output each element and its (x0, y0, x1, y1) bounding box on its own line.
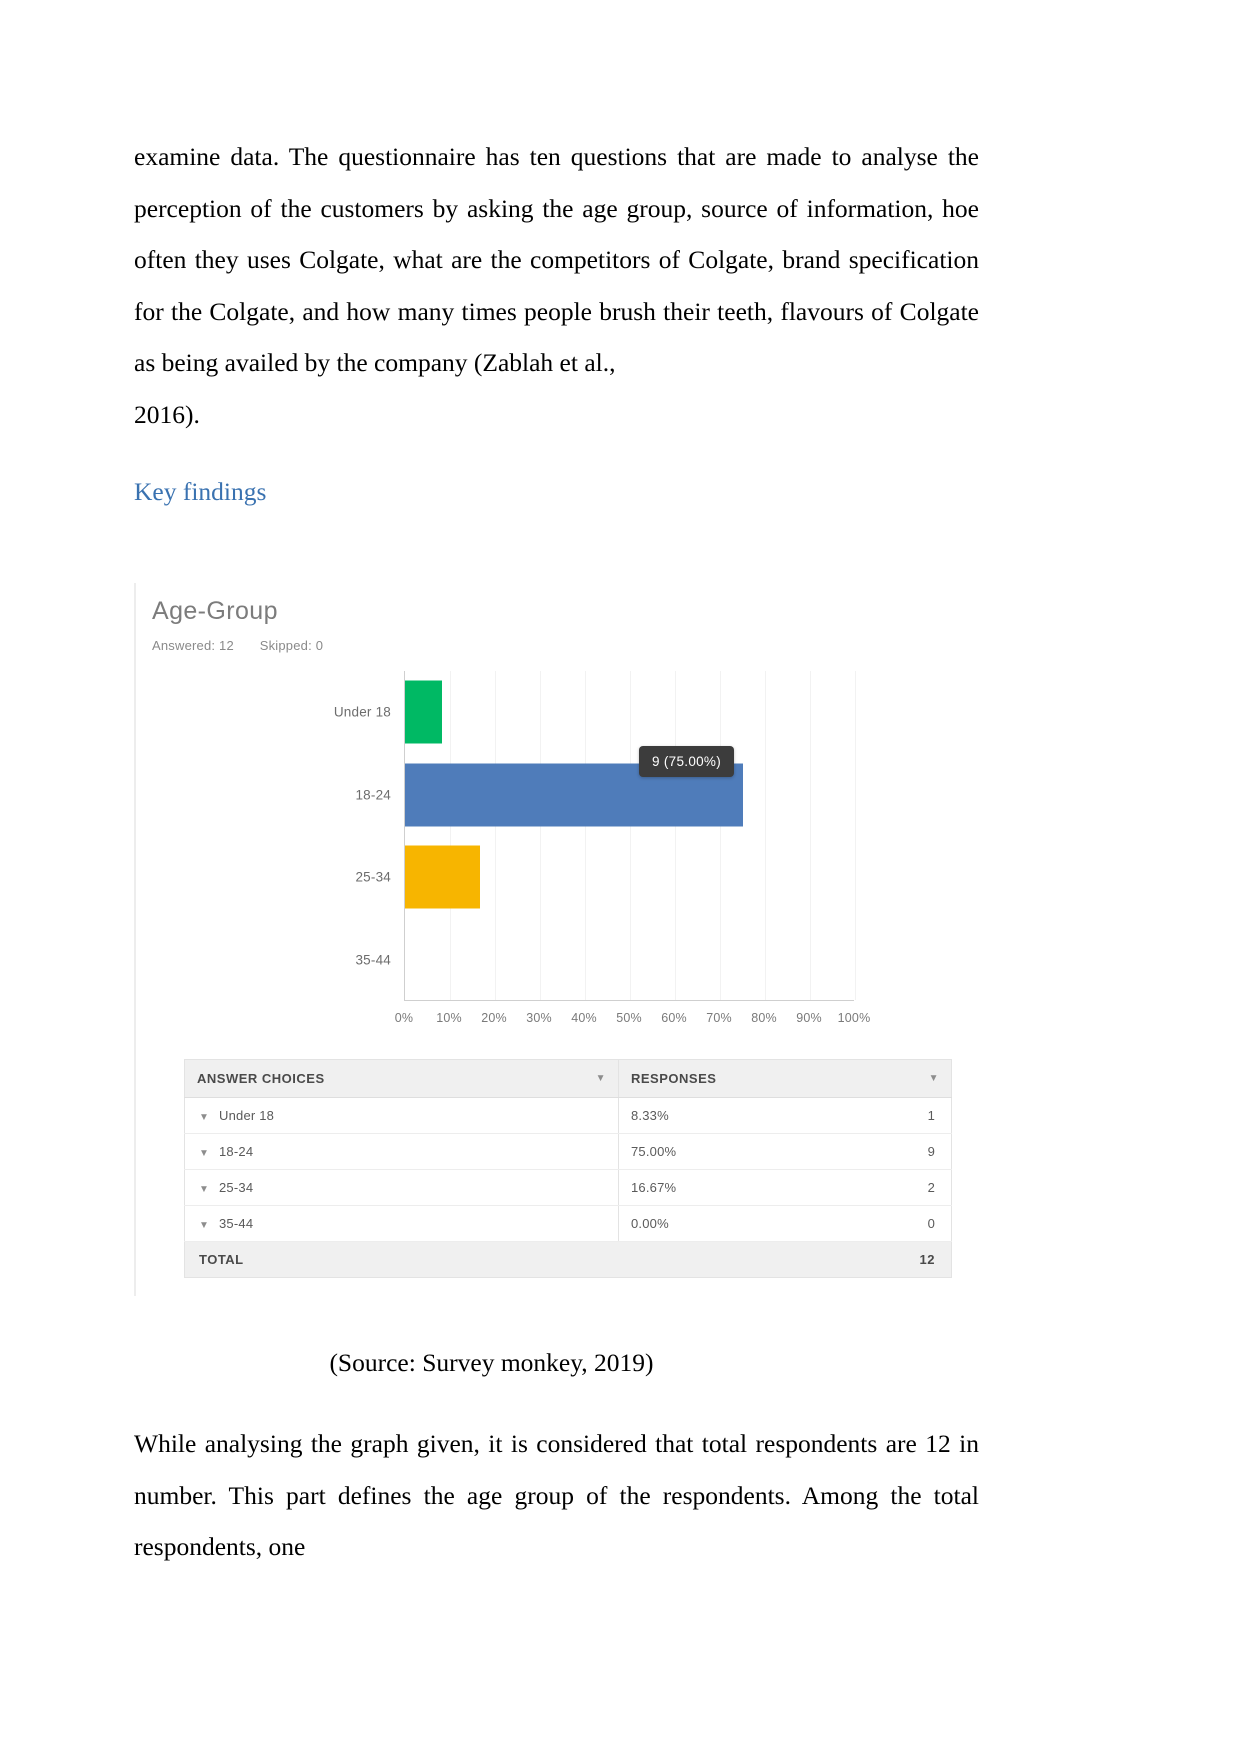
chart-x-tick-label: 100% (837, 1011, 871, 1025)
cell-response-percent: 8.33% (618, 1097, 853, 1134)
table-row: ▼ 35-44 0.00% 0 (184, 1205, 952, 1242)
chart-x-tick-label: 80% (751, 1011, 777, 1025)
total-count: 12 (853, 1241, 952, 1278)
column-header-responses-label: RESPONSES (631, 1071, 717, 1086)
paragraph-analysis: While analysing the graph given, it is c… (134, 1429, 979, 1561)
chart-value-tooltip: 9 (75.00%) (639, 745, 735, 777)
cell-answer-choice: ▼ 25-34 (184, 1169, 619, 1206)
cell-response-count: 2 (853, 1169, 952, 1206)
chart-x-axis: 0% 10% 20% 30% 40% 50% 60% 70% 80% 90% 100% (395, 1003, 870, 1033)
chart-x-tick-label: 50% (616, 1011, 642, 1025)
table-row: ▼ 18-24 75.00% 9 (184, 1133, 952, 1170)
chart-bar[interactable] (405, 680, 443, 744)
chart-x-tick-label: 40% (571, 1011, 597, 1025)
cell-response-count: 9 (853, 1133, 952, 1170)
section-heading-key-findings: Key findings (134, 477, 267, 506)
chart-x-tick-label: 90% (796, 1011, 822, 1025)
chevron-down-icon[interactable]: ▼ (588, 1073, 606, 1084)
chevron-down-icon[interactable]: ▼ (199, 1148, 219, 1159)
chart-response-meta: Answered: 12 Skipped: 0 (152, 638, 956, 653)
paragraph-intro-last-line: 2016). (134, 399, 200, 429)
cell-answer-choice: ▼ Under 18 (184, 1097, 619, 1134)
chevron-down-icon[interactable]: ▼ (199, 1220, 219, 1231)
answered-count: Answered: 12 (152, 638, 234, 653)
chart-category-label: 18-24 (355, 787, 391, 803)
paragraph-intro: examine data. The questionnaire has ten … (134, 131, 979, 440)
chart-bar[interactable] (405, 845, 480, 909)
survey-card-inner: Age-Group Answered: 12 Skipped: 0 Under … (136, 583, 956, 1296)
responses-table: ANSWER CHOICES ▼ RESPONSES ▼ ▼ Under 18 … (184, 1059, 952, 1278)
cell-response-percent: 16.67% (618, 1169, 853, 1206)
table-header-row: ANSWER CHOICES ▼ RESPONSES ▼ (184, 1059, 952, 1098)
page-content: examine data. The questionnaire has ten … (134, 0, 979, 1573)
table-row: ▼ 25-34 16.67% 2 (184, 1169, 952, 1206)
chevron-down-icon[interactable]: ▼ (199, 1184, 219, 1195)
chart-x-tick-label: 30% (526, 1011, 552, 1025)
cell-response-count: 1 (853, 1097, 952, 1134)
chevron-down-icon[interactable]: ▼ (921, 1073, 939, 1084)
column-header-responses[interactable]: RESPONSES ▼ (618, 1059, 952, 1098)
answer-choice-label: 35-44 (219, 1216, 254, 1231)
table-row: ▼ Under 18 8.33% 1 (184, 1097, 952, 1134)
cell-answer-choice: ▼ 35-44 (184, 1205, 619, 1242)
answer-choice-label: 18-24 (219, 1144, 254, 1159)
chart-bar-row: 35-44 (355, 919, 854, 1002)
column-header-answer-choices[interactable]: ANSWER CHOICES ▼ (184, 1059, 619, 1098)
document-page: examine data. The questionnaire has ten … (0, 0, 1241, 1754)
cell-response-percent: 0.00% (618, 1205, 853, 1242)
chart-category-label: Under 18 (333, 704, 391, 720)
chart-gridline (855, 671, 856, 1000)
total-label: TOTAL (184, 1241, 619, 1278)
chart-category-label: 35-44 (355, 952, 391, 968)
responses-table-body: ▼ Under 18 8.33% 1 ▼ 18-24 75.00% 9 ▼ 25-34 16.67%… (184, 1097, 952, 1278)
paragraph-intro-text: examine data. The questionnaire has ten … (134, 142, 979, 377)
cell-response-percent: 75.00% (618, 1133, 853, 1170)
chart-x-tick-label: 70% (706, 1011, 732, 1025)
cell-answer-choice: ▼ 18-24 (184, 1133, 619, 1170)
chart-x-tick-label: 60% (661, 1011, 687, 1025)
figure-caption-source: (Source: Survey monkey, 2019) (329, 1348, 654, 1377)
total-percent-empty (618, 1241, 853, 1278)
responses-table-head: ANSWER CHOICES ▼ RESPONSES ▼ (184, 1059, 952, 1098)
chart-x-tick-label: 20% (481, 1011, 507, 1025)
chart-category-label: 25-34 (355, 869, 391, 885)
answer-choice-label: 25-34 (219, 1180, 254, 1195)
chart-bar-row: Under 18 (334, 671, 854, 754)
chart-bar-row: 25-34 (355, 836, 854, 919)
skipped-count: Skipped: 0 (259, 638, 324, 653)
cell-response-count: 0 (853, 1205, 952, 1242)
chart-x-tick-label: 0% (394, 1011, 414, 1025)
chart-title: Age-Group (152, 597, 278, 625)
chevron-down-icon[interactable]: ▼ (199, 1112, 219, 1123)
answer-choice-label: Under 18 (219, 1108, 275, 1123)
survey-result-card: Age-Group Answered: 12 Skipped: 0 Under … (134, 583, 956, 1296)
column-header-answer-choices-label: ANSWER CHOICES (197, 1071, 325, 1086)
chart-bar-row: 18-24 (355, 754, 854, 837)
chart-x-tick-label: 10% (436, 1011, 462, 1025)
bar-chart: Under 18 18-24 25-34 35-44 9 (75.00%) 0% 10% 2… (180, 671, 956, 1041)
table-total-row: TOTAL 12 (184, 1241, 952, 1278)
chart-plot-area: Under 18 18-24 25-34 35-44 9 (75.00%) (334, 671, 856, 1002)
